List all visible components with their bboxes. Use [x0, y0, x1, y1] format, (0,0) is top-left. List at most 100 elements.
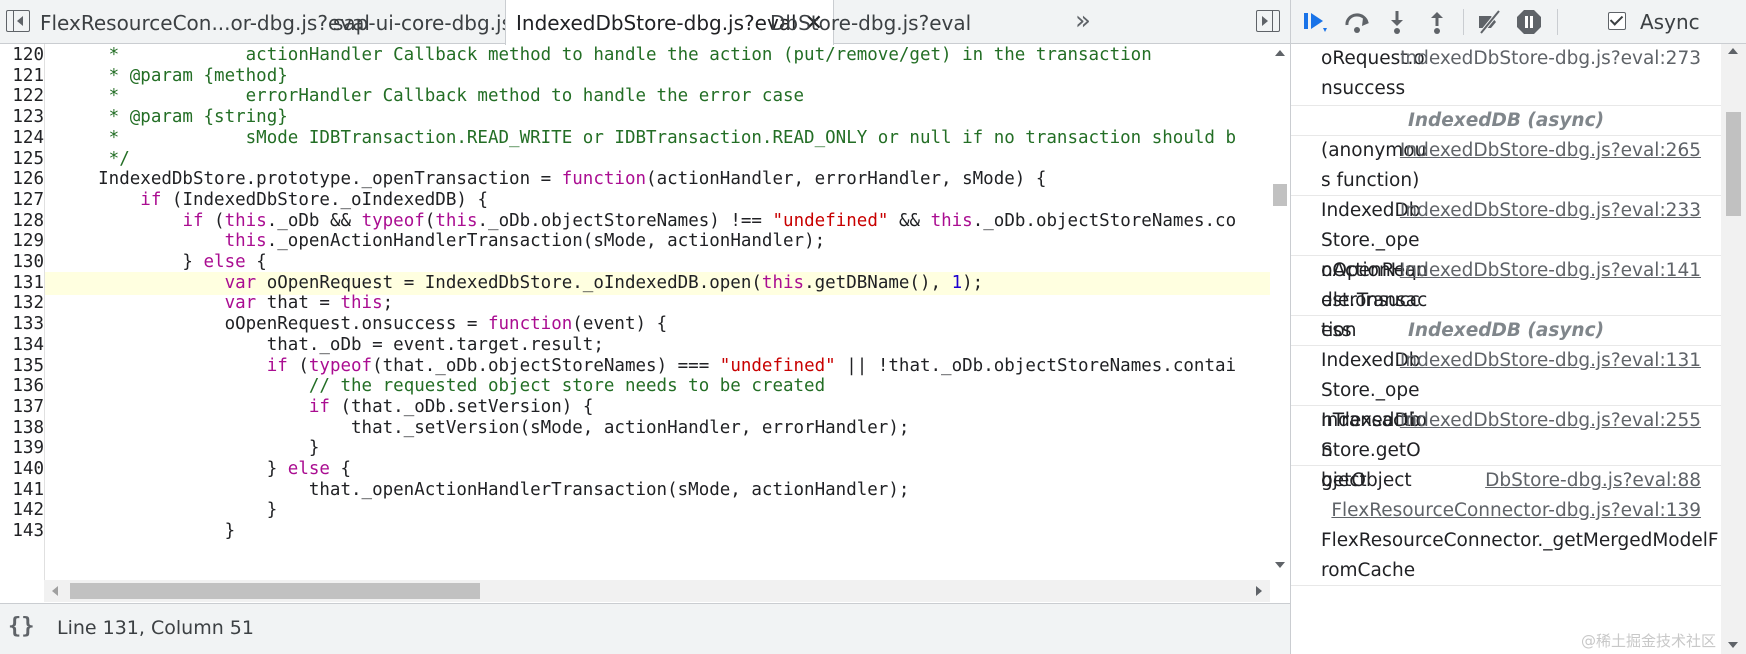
call-frame[interactable]: IndexedDbStore.getObject IndexedDbStore-d… — [1291, 406, 1721, 491]
frame-source-link[interactable]: DbStore-dbg.js?eval:88 — [1485, 466, 1701, 496]
code-text: */ — [56, 148, 130, 169]
code-line[interactable]: 126 IndexedDbStore.prototype._openTransa… — [0, 168, 1270, 192]
line-number[interactable]: 121 — [0, 64, 44, 88]
code-line[interactable]: 139 } — [0, 437, 1270, 461]
editor-horizontal-scrollbar[interactable] — [44, 580, 1270, 602]
code-line[interactable]: 129 this._openActionHandlerTransaction(s… — [0, 230, 1270, 254]
call-frame[interactable]: FlexResourceConnector._getMergedModelFro… — [1291, 496, 1721, 586]
call-frame[interactable]: oRequest.onsuccess IndexedDbStore-dbg.js?… — [1291, 44, 1721, 106]
toggle-navigator-icon[interactable] — [6, 10, 30, 32]
line-number[interactable]: 129 — [0, 230, 44, 254]
pretty-print-icon[interactable]: {} — [8, 614, 35, 639]
step-into-icon[interactable] — [1383, 8, 1411, 36]
editor-vertical-scrollbar[interactable] — [1270, 44, 1290, 589]
code-line[interactable]: 130 } else { — [0, 251, 1270, 274]
code-line[interactable]: 136 // the requested object store needs … — [0, 375, 1270, 399]
frame-source-link[interactable]: IndexedDbStore-dbg.js?eval:131 — [1400, 346, 1701, 376]
call-stack-scrollbar[interactable] — [1721, 44, 1746, 654]
async-separator: IndexedDB (async) — [1291, 316, 1721, 346]
line-number[interactable]: 142 — [0, 499, 44, 523]
code-line[interactable]: 123 * @param {string} — [0, 106, 1270, 130]
code-line[interactable]: 121 * @param {method} — [0, 64, 1270, 88]
line-number[interactable]: 134 — [0, 333, 44, 357]
frame-source-link[interactable]: IndexedDbStore-dbg.js?eval:273 — [1400, 44, 1701, 74]
code-text: if (typeof(that._oDb.objectStoreNames) =… — [266, 355, 1237, 376]
scroll-up-icon[interactable] — [1275, 50, 1285, 56]
code-line[interactable]: 120 * actionHandler Callback method to h… — [0, 44, 1270, 67]
code-line[interactable]: 138 that._setVersion(sMode, actionHandle… — [0, 416, 1270, 440]
code-line[interactable]: 135 if (typeof(that._oDb.objectStoreName… — [0, 354, 1270, 378]
line-number[interactable]: 140 — [0, 458, 44, 481]
line-number[interactable]: 132 — [0, 292, 44, 316]
line-number[interactable]: 131 — [0, 271, 44, 295]
code-line[interactable]: 141 that._openActionHandlerTransaction(s… — [0, 478, 1270, 502]
code-line[interactable]: 133 oOpenRequest.onsuccess = function(ev… — [0, 313, 1270, 337]
line-number[interactable]: 127 — [0, 188, 44, 212]
line-number[interactable]: 122 — [0, 85, 44, 109]
toggle-debugger-icon[interactable] — [1256, 10, 1280, 32]
scroll-thumb[interactable] — [1726, 112, 1741, 216]
code-text: if (this._oDb && typeof(this._oDb.object… — [182, 210, 1237, 231]
code-line[interactable]: 124 * sMode IDBTransaction.READ_WRITE or… — [0, 126, 1270, 150]
watermark: @稀土掘金技术社区 — [1580, 632, 1716, 650]
call-frame[interactable]: (anonymous function) IndexedDbStore-dbg.j… — [1291, 136, 1721, 196]
step-out-icon[interactable] — [1423, 8, 1451, 36]
call-frame[interactable]: oOpenRequest.onsuccess IndexedDbStore-dbg… — [1291, 256, 1721, 341]
line-number[interactable]: 141 — [0, 478, 44, 502]
tab-sap-ui-core[interactable]: sap-ui-core-dbg.js — [323, 0, 522, 44]
line-number[interactable]: 138 — [0, 416, 44, 440]
line-number[interactable]: 139 — [0, 437, 44, 461]
scroll-up-icon[interactable] — [1728, 48, 1738, 54]
more-tabs-icon[interactable]: » — [1075, 6, 1091, 36]
line-number[interactable]: 137 — [0, 395, 44, 419]
code-line[interactable]: 140 } else { — [0, 458, 1270, 481]
code-editor[interactable]: 120 * actionHandler Callback method to h… — [0, 44, 1270, 589]
tab-label: FlexResourceCon...or-dbg.js?eval — [40, 11, 370, 35]
pause-on-exceptions-icon[interactable] — [1515, 8, 1543, 36]
code-line[interactable]: 128 if (this._oDb && typeof(this._oDb.ob… — [0, 209, 1270, 233]
frame-source-link[interactable]: FlexResourceConnector-dbg.js?eval:139 — [1331, 496, 1701, 526]
code-line[interactable]: 142 } — [0, 499, 1270, 523]
line-number[interactable]: 143 — [0, 520, 44, 544]
call-frame[interactable]: getObject DbStore-dbg.js?eval:88 — [1291, 466, 1721, 496]
code-line[interactable]: 132 var that = this; — [0, 292, 1270, 316]
debugger-toolbar: Async — [1291, 0, 1746, 44]
scroll-down-icon[interactable] — [1728, 642, 1738, 648]
code-text: if (IndexedDbStore._oIndexedDB) { — [140, 189, 488, 210]
scroll-left-icon[interactable] — [52, 586, 58, 596]
code-line[interactable]: 131 var oOpenRequest = IndexedDbStore._o… — [0, 271, 1270, 295]
scroll-right-icon[interactable] — [1256, 586, 1262, 596]
line-number[interactable]: 135 — [0, 354, 44, 378]
line-number[interactable]: 123 — [0, 106, 44, 130]
async-checkbox[interactable] — [1608, 12, 1626, 30]
line-number[interactable]: 133 — [0, 313, 44, 337]
deactivate-breakpoints-icon[interactable] — [1475, 8, 1503, 36]
line-number[interactable]: 136 — [0, 375, 44, 399]
frame-source-link[interactable]: IndexedDbStore-dbg.js?eval:255 — [1400, 406, 1701, 436]
code-text: } else { — [56, 252, 267, 272]
resume-icon[interactable] — [1301, 8, 1329, 36]
line-number[interactable]: 120 — [0, 44, 44, 67]
call-frame[interactable]: IndexedDbStore._openActionHandlerTransac… — [1291, 196, 1721, 341]
code-line[interactable]: 125 */ — [0, 147, 1270, 171]
code-line[interactable]: 137 if (that._oDb.setVersion) { — [0, 395, 1270, 419]
frame-source-link[interactable]: IndexedDbStore-dbg.js?eval:141 — [1400, 256, 1701, 286]
line-number[interactable]: 126 — [0, 168, 44, 192]
line-number[interactable]: 130 — [0, 251, 44, 274]
code-text: } else { — [56, 459, 352, 479]
frame-source-link[interactable]: IndexedDbStore-dbg.js?eval:265 — [1400, 136, 1701, 166]
line-number[interactable]: 128 — [0, 209, 44, 233]
code-line[interactable]: 122 * errorHandler Callback method to ha… — [0, 85, 1270, 109]
scroll-thumb[interactable] — [1273, 184, 1287, 206]
code-line[interactable]: 143 } — [0, 520, 1270, 544]
frame-source-link[interactable]: IndexedDbStore-dbg.js?eval:233 — [1400, 196, 1701, 226]
code-line[interactable]: 127 if (IndexedDbStore._oIndexedDB) { — [0, 188, 1270, 212]
call-frame[interactable]: IndexedDbStore._openTransaction IndexedDb… — [1291, 346, 1721, 461]
tab-dbstore[interactable]: DbStore-dbg.js?eval — [760, 0, 981, 44]
scroll-thumb[interactable] — [70, 583, 480, 599]
step-over-icon[interactable] — [1343, 8, 1371, 36]
scroll-down-icon[interactable] — [1275, 562, 1285, 568]
code-line[interactable]: 134 that._oDb = event.target.result; — [0, 333, 1270, 357]
line-number[interactable]: 124 — [0, 126, 44, 150]
line-number[interactable]: 125 — [0, 147, 44, 171]
